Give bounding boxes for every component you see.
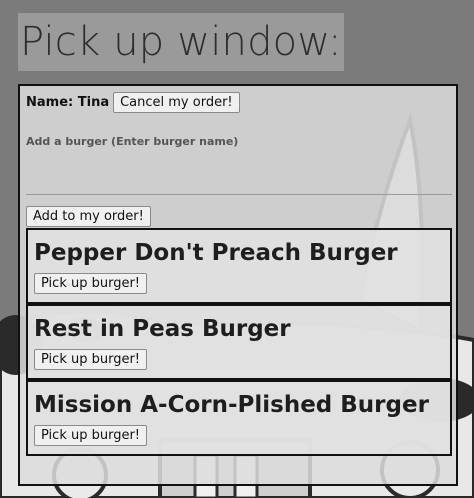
burger-name-input[interactable] [26, 154, 452, 195]
page-title: Pick up window: [18, 13, 344, 71]
pick-up-burger-button[interactable]: Pick up burger! [34, 273, 148, 294]
cancel-order-button[interactable]: Cancel my order! [113, 92, 240, 113]
burger-name: Mission A-Corn-Plished Burger [34, 392, 429, 418]
burger-card: Pepper Don't Preach Burger Pick up burge… [26, 228, 452, 304]
pick-up-burger-button[interactable]: Pick up burger! [34, 349, 148, 370]
pick-up-burger-button[interactable]: Pick up burger! [34, 425, 148, 446]
add-to-order-button[interactable]: Add to my order! [26, 206, 151, 227]
burger-name: Rest in Peas Burger [34, 316, 291, 342]
name-row: Name: Tina Cancel my order! [26, 92, 240, 113]
burger-list: Pepper Don't Preach Burger Pick up burge… [26, 228, 452, 456]
burger-name: Pepper Don't Preach Burger [34, 240, 398, 266]
burger-card: Mission A-Corn-Plished Burger Pick up bu… [26, 380, 452, 456]
customer-name: Name: Tina [26, 95, 110, 110]
burger-card: Rest in Peas Burger Pick up burger! [26, 304, 452, 380]
add-burger-label: Add a burger (Enter burger name) [26, 135, 239, 148]
order-panel: Name: Tina Cancel my order! Add a burger… [18, 84, 458, 486]
